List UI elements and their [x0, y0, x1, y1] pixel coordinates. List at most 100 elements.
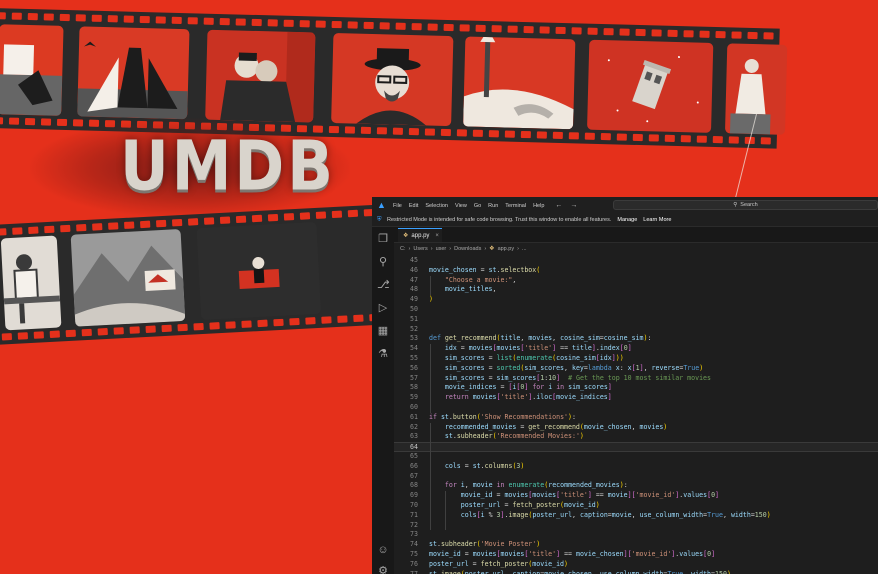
code-line[interactable]: 47 "Choose a movie:", — [394, 276, 878, 286]
source-control-icon[interactable]: ⎇ — [377, 279, 390, 291]
chevron-right-icon: › — [449, 245, 452, 252]
film-perforation — [33, 331, 45, 339]
code-line[interactable]: 45 — [394, 256, 878, 266]
forward-arrow-icon[interactable]: → — [570, 202, 577, 209]
code-line[interactable]: 54 idx = movies[movies['title'] == title… — [394, 344, 878, 354]
code-line[interactable]: 55 sim_scores = list(enumerate(cosine_si… — [394, 354, 878, 364]
breadcrumb-drive[interactable]: C: — [400, 246, 406, 252]
frame-man-fire — [0, 24, 64, 116]
breadcrumb-user[interactable]: user — [436, 246, 447, 252]
code-line[interactable]: 63 st.subheader('Recommended Movies:') — [394, 432, 878, 442]
film-perforation — [337, 315, 348, 323]
code-text: sim_scores = sorted(sim_scores, key=lamb… — [444, 363, 704, 372]
code-line[interactable]: 65 — [394, 452, 878, 462]
code-line[interactable]: 48 movie_titles, — [394, 285, 878, 295]
account-icon[interactable]: ☺ — [377, 544, 389, 556]
back-arrow-icon[interactable]: ← — [555, 202, 562, 209]
film-perforation — [520, 130, 531, 139]
code-line[interactable]: 71 cols[i % 3].image(poster_url, caption… — [394, 511, 878, 521]
menu-file[interactable]: File — [393, 203, 402, 209]
menu-run[interactable]: Run — [488, 203, 498, 209]
breadcrumb-downloads[interactable]: Downloads — [454, 246, 481, 252]
line-number: 77 — [410, 569, 418, 574]
settings-gear-icon[interactable]: ⚙ — [377, 565, 389, 574]
code-line[interactable]: 67 — [394, 472, 878, 482]
code-line[interactable]: 49) — [394, 295, 878, 305]
code-line[interactable]: 75 movie_id = movies[movies['title'] == m… — [394, 550, 878, 560]
line-number: 69 — [410, 491, 418, 500]
poster-title: UMDB — [120, 126, 336, 207]
manage-link[interactable]: Manage — [617, 217, 637, 223]
line-number: 70 — [410, 501, 418, 509]
chevron-right-icon: › — [517, 245, 519, 252]
code-line[interactable]: 76 poster_url = fetch_poster(movie_id) — [394, 560, 878, 570]
film-perforation — [251, 18, 262, 27]
code-editor[interactable]: 45 46 movie_chosen = st.selectbox(47 "Choo… — [394, 254, 878, 574]
learn-more-link[interactable]: Learn More — [643, 217, 671, 223]
search-sidebar-icon[interactable]: ⚲ — [377, 256, 389, 268]
code-line[interactable]: 51 — [394, 315, 878, 325]
menu-go[interactable]: Go — [474, 203, 481, 209]
tab-app-py[interactable]: ❖ app.py × — [398, 228, 442, 242]
explorer-icon[interactable]: ❐ — [377, 233, 389, 245]
code-line[interactable]: 53 def get_recommend(title, movies, cosin… — [394, 334, 878, 344]
menu-help[interactable]: Help — [533, 203, 544, 209]
film-perforation — [283, 19, 294, 27]
code-line[interactable]: 61 if st.button('Show Recommendations'): — [394, 413, 878, 423]
film-perforation — [584, 132, 595, 140]
search-icon: ⚲ — [733, 202, 738, 208]
film-perforation — [635, 28, 646, 37]
breadcrumb-users[interactable]: Users — [413, 246, 427, 252]
menu-selection[interactable]: Selection — [425, 203, 448, 209]
film-perforation — [187, 218, 199, 226]
menu-edit[interactable]: Edit — [409, 203, 418, 209]
frame-man-bench — [0, 235, 62, 331]
breadcrumb-symbols[interactable]: ... — [522, 246, 527, 252]
film-perforation — [251, 214, 263, 223]
code-line[interactable]: 46 movie_chosen = st.selectbox( — [394, 266, 878, 276]
line-number: 63 — [410, 432, 418, 441]
film-perforation — [747, 31, 758, 40]
code-line[interactable]: 74 st.subheader('Movie Poster') — [394, 540, 878, 550]
testing-icon[interactable]: ⚗ — [377, 348, 389, 360]
code-text: sim_scores = sim_scores[1:10] # Get the … — [444, 373, 711, 382]
film-perforation — [171, 218, 183, 227]
frame-heisenberg — [331, 32, 454, 127]
code-line[interactable]: 68 for i, movie in enumerate(recommended… — [394, 481, 878, 491]
line-number: 47 — [410, 275, 418, 284]
command-search-box[interactable]: ⚲ Search — [613, 200, 878, 210]
code-line[interactable]: 73 — [394, 530, 878, 540]
line-number: 62 — [410, 422, 418, 431]
code-line[interactable]: 52 — [394, 325, 878, 335]
film-perforation — [491, 25, 502, 33]
code-line[interactable]: 66 cols = st.columns(3) — [394, 462, 878, 472]
film-perforation — [299, 20, 310, 28]
code-line[interactable]: 58 movie_indices = [i[0] for i in sim_sc… — [394, 383, 878, 393]
code-line[interactable]: 56 sim_scores = sorted(sim_scores, key=l… — [394, 364, 878, 374]
line-number: 45 — [410, 256, 418, 264]
code-line[interactable]: 62 recommended_movies = get_recommend(mo… — [394, 423, 878, 433]
code-line[interactable]: 60 — [394, 403, 878, 413]
code-line[interactable]: 57 sim_scores = sim_scores[1:10] # Get t… — [394, 374, 878, 384]
code-text: ) — [429, 295, 433, 304]
line-number: 50 — [410, 305, 418, 313]
code-line[interactable]: 70 poster_url = fetch_poster(movie_id) — [394, 501, 878, 511]
film-perforation — [107, 15, 118, 23]
film-perforation — [427, 23, 438, 31]
code-line[interactable]: 77 st.image(poster_url, caption=movie_cho… — [394, 570, 878, 574]
run-debug-icon[interactable]: ▷ — [377, 302, 389, 314]
close-icon[interactable]: × — [435, 233, 439, 239]
code-line[interactable]: 72 — [394, 521, 878, 531]
extensions-icon[interactable]: ▦ — [377, 325, 389, 337]
code-line[interactable]: 64 — [394, 442, 878, 452]
code-line[interactable]: 59 return movies['title'].iloc[movie_ind… — [394, 393, 878, 403]
menu-view[interactable]: View — [455, 203, 467, 209]
code-line[interactable]: 69 movie_id = movies[movies['title'] == … — [394, 491, 878, 501]
code-line[interactable]: 50 — [394, 305, 878, 315]
code-text: st.image(poster_url, caption=movie_chose… — [429, 569, 731, 574]
film-perforation — [536, 131, 547, 139]
film-perforation — [219, 18, 230, 26]
film-perforation — [1, 333, 13, 341]
menu-terminal[interactable]: Terminal — [505, 203, 526, 209]
breadcrumb-file[interactable]: app.py — [498, 246, 515, 252]
